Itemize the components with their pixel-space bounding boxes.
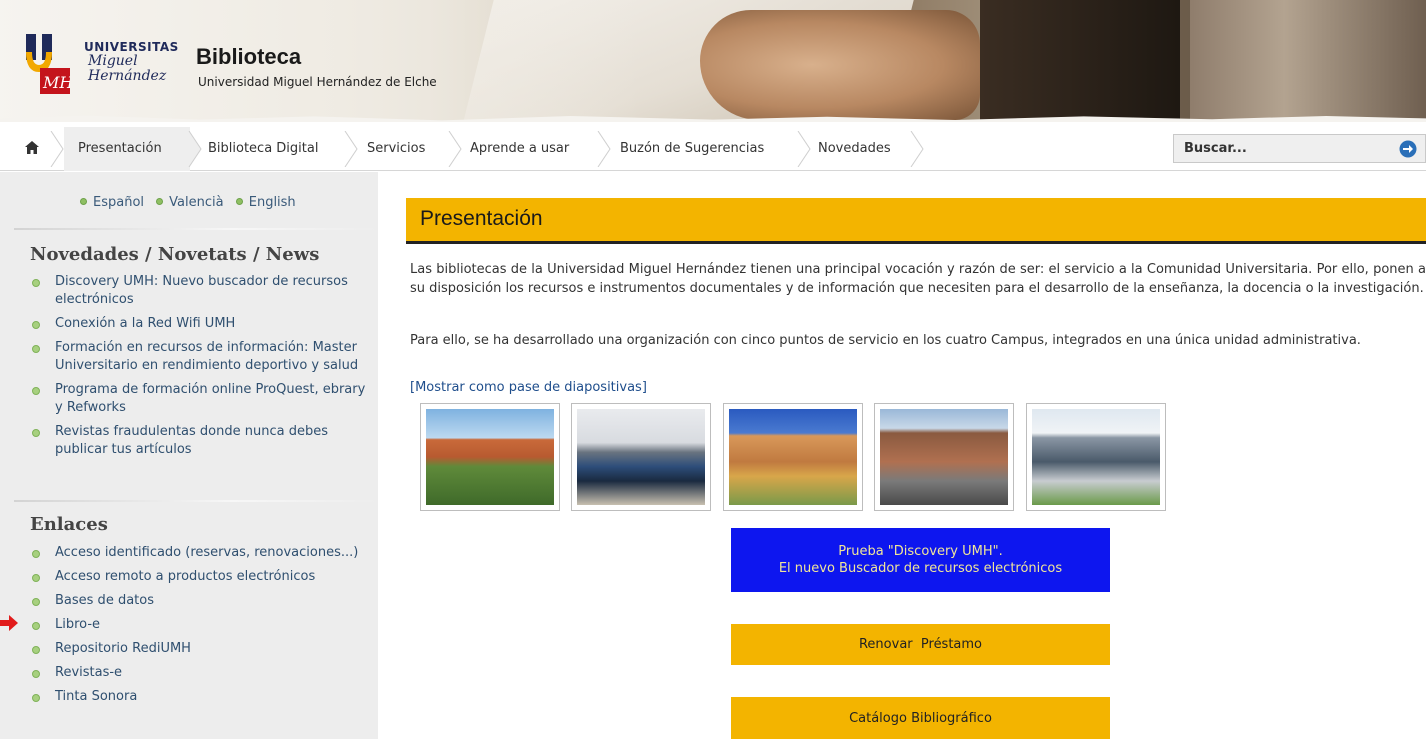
page-title: Presentación xyxy=(420,207,543,230)
campus-photo-thumbnail[interactable] xyxy=(1026,403,1166,511)
nav-item-buzon-de-sugerencias[interactable]: Buzón de Sugerencias xyxy=(620,127,764,171)
page-title-bar: Presentación xyxy=(406,198,1426,244)
banner-hand-image xyxy=(700,10,980,120)
university-logo[interactable]: MH UNIVERSITAS MiguelHernández xyxy=(22,32,182,98)
svg-text:MH: MH xyxy=(42,73,70,92)
nav-item-presentacion[interactable]: Presentación xyxy=(64,127,190,171)
campus-photo-thumbnail[interactable] xyxy=(420,403,560,511)
link-item[interactable]: Repositorio RediUMH xyxy=(30,640,370,658)
link-item[interactable]: Tinta Sonora xyxy=(30,688,370,706)
link-item[interactable]: Revistas-e xyxy=(30,664,370,682)
sidebar: Español Valencià English Novedades / Nov… xyxy=(0,172,378,739)
bullet-icon xyxy=(235,198,243,205)
language-link-va[interactable]: Valencià xyxy=(169,195,223,210)
home-icon[interactable] xyxy=(24,140,40,156)
news-list: Discovery UMH: Nuevo buscador de recurso… xyxy=(30,273,370,465)
renovar-prestamo-button[interactable]: Renovar Préstamo xyxy=(731,624,1110,665)
catalogo-bibliografico-button[interactable]: Catálogo Bibliográfico xyxy=(731,697,1110,739)
news-item[interactable]: Conexión a la Red Wifi UMH xyxy=(30,315,370,333)
link-item[interactable]: Libro-e xyxy=(30,616,370,634)
nav-item-novedades[interactable]: Novedades xyxy=(818,127,891,171)
bullet-icon xyxy=(80,198,87,205)
search-box xyxy=(1173,134,1426,163)
campus-photo-thumbnail[interactable] xyxy=(874,403,1014,511)
discovery-button[interactable]: Prueba "Discovery UMH". El nuevo Buscador… xyxy=(731,528,1110,592)
link-item[interactable]: Acceso remoto a productos electrónicos xyxy=(30,568,370,586)
news-item[interactable]: Programa de formación online ProQuest, e… xyxy=(30,381,370,417)
header-banner: MH UNIVERSITAS MiguelHernández Bibliotec… xyxy=(0,0,1426,122)
links-list: Acceso identificado (reservas, renovacio… xyxy=(30,544,370,712)
links-heading: Enlaces xyxy=(30,514,108,535)
intro-paragraph: Las bibliotecas de la Universidad Miguel… xyxy=(410,262,1426,296)
nav-item-servicios[interactable]: Servicios xyxy=(367,127,425,171)
nav-item-aprende-a-usar[interactable]: Aprende a usar xyxy=(470,127,569,171)
organization-paragraph: Para ello, se ha desarrollado una organi… xyxy=(410,333,1361,348)
umh-logo-icon: MH xyxy=(26,34,70,94)
slideshow-link[interactable]: [Mostrar como pase de diapositivas] xyxy=(410,380,647,395)
language-link-en[interactable]: English xyxy=(249,195,296,210)
site-subtitle: Universidad Miguel Hernández de Elche xyxy=(198,75,437,89)
link-item[interactable]: Bases de datos xyxy=(30,592,370,610)
language-selector: Español Valencià English xyxy=(80,195,304,210)
campus-photo-thumbnail[interactable] xyxy=(571,403,711,511)
news-item[interactable]: Revistas fraudulentas donde nunca debes … xyxy=(30,423,370,459)
language-link-es[interactable]: Español xyxy=(93,195,144,210)
divider xyxy=(14,500,378,502)
campus-photo-thumbnail[interactable] xyxy=(723,403,863,511)
news-item[interactable]: Formación en recursos de información: Ma… xyxy=(30,339,370,375)
red-arrow-pointer-icon xyxy=(0,615,18,631)
search-input[interactable] xyxy=(1174,135,1389,162)
nav-item-biblioteca-digital[interactable]: Biblioteca Digital xyxy=(208,127,318,171)
news-item[interactable]: Discovery UMH: Nuevo buscador de recurso… xyxy=(30,273,370,309)
link-item[interactable]: Acceso identificado (reservas, renovacio… xyxy=(30,544,370,562)
divider xyxy=(14,228,378,230)
site-title[interactable]: Biblioteca xyxy=(196,44,301,70)
logo-miguel-hernandez: Miguel Hernández xyxy=(88,53,167,84)
news-heading: Novedades / Novetats / News xyxy=(30,244,320,265)
arrow-right-circle-icon[interactable] xyxy=(1399,140,1417,158)
bullet-icon xyxy=(156,198,164,205)
main-content: Presentación Las bibliotecas de la Unive… xyxy=(378,172,1426,739)
logo-universitas: UNIVERSITAS xyxy=(84,40,179,54)
